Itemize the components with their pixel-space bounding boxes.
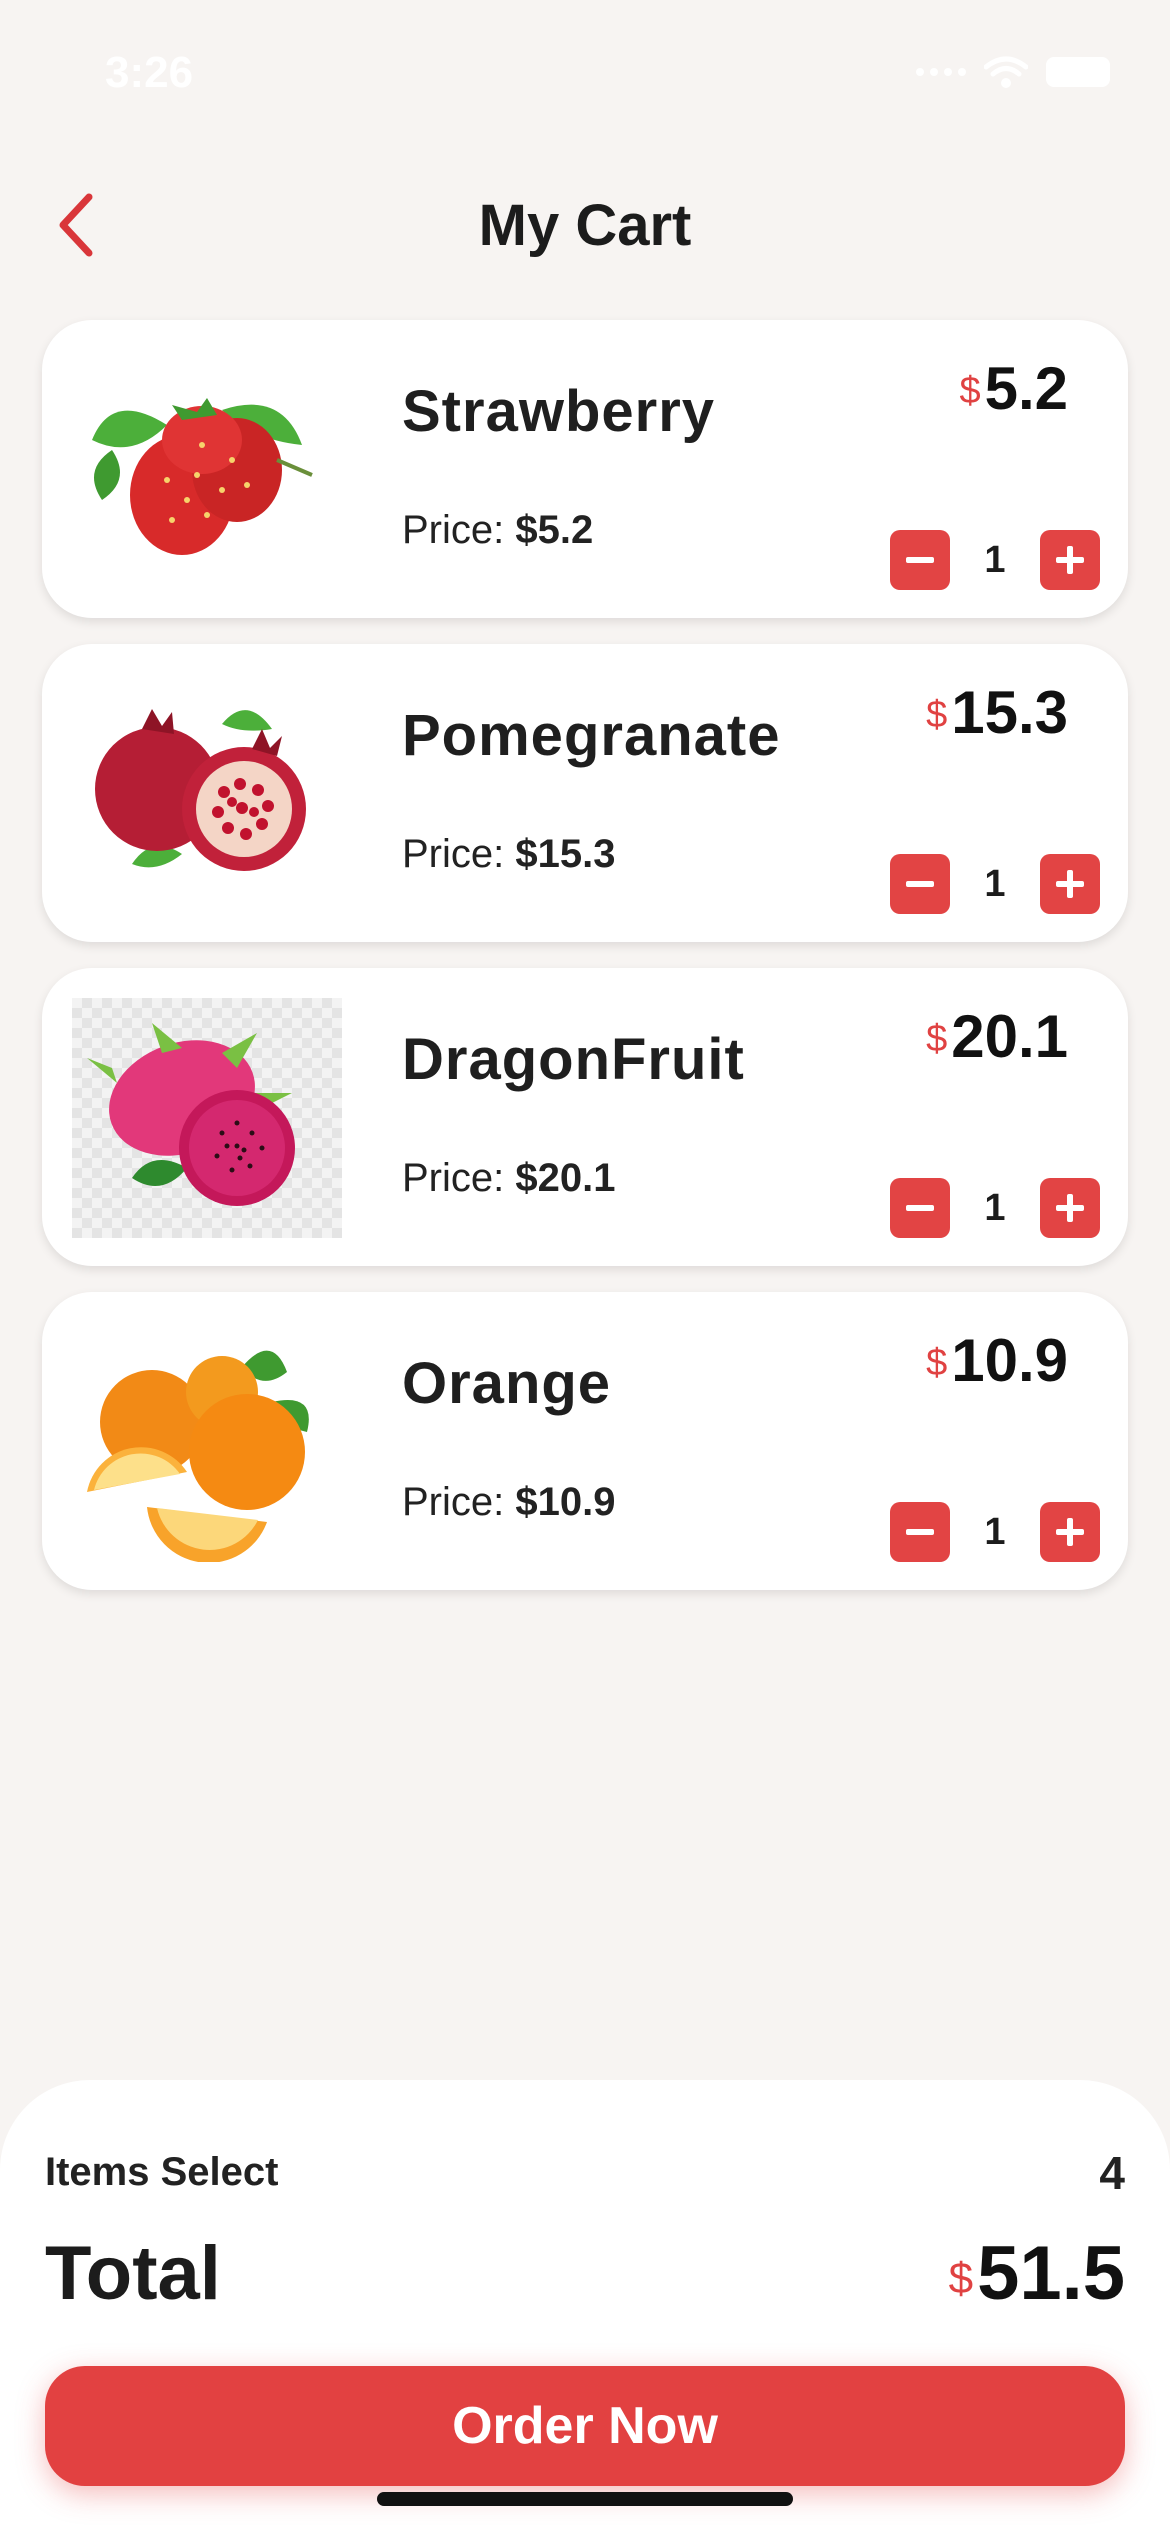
status-icons	[916, 55, 1110, 89]
item-total-value: 15.3	[951, 679, 1068, 746]
item-total-value: 10.9	[951, 1327, 1068, 1394]
currency-symbol: $	[959, 370, 981, 412]
cart-item-pomegranate[interactable]: Pomegranate Price: $15.3 $15.3 1	[42, 644, 1128, 942]
price-label: Price:	[402, 1480, 505, 1524]
item-total: $15.3	[926, 678, 1068, 747]
quantity-value: 1	[984, 1510, 1006, 1553]
price-label: Price:	[402, 832, 505, 876]
currency-symbol: $	[926, 1342, 948, 1384]
order-summary: Items Select 4 Total $51.5 Order Now	[0, 2080, 1170, 2532]
strawberry-image	[72, 350, 342, 590]
plus-icon	[1056, 1518, 1084, 1546]
plus-icon	[1056, 870, 1084, 898]
wifi-icon	[984, 56, 1028, 88]
increase-button[interactable]	[1040, 1178, 1100, 1238]
item-name: Strawberry	[402, 379, 716, 444]
signal-icon	[916, 68, 966, 76]
home-indicator[interactable]	[377, 2492, 793, 2506]
decrease-button[interactable]	[890, 530, 950, 590]
items-select-label: Items Select	[45, 2150, 279, 2194]
item-total: $5.2	[959, 354, 1068, 423]
plus-icon	[1056, 546, 1084, 574]
price-value: $15.3	[515, 832, 616, 876]
quantity-value: 1	[984, 1186, 1006, 1229]
price-value: $20.1	[515, 1156, 616, 1200]
minus-icon	[906, 1205, 934, 1211]
cart-item-dragonfruit[interactable]: DragonFruit Price: $20.1 $20.1 1	[42, 968, 1128, 1266]
items-select-count: 4	[1099, 2147, 1125, 2199]
price-value: $5.2	[515, 508, 594, 552]
item-price: Price: $20.1	[402, 1156, 615, 1201]
price-label: Price:	[402, 1156, 505, 1200]
item-name: Orange	[402, 1351, 612, 1416]
total-label: Total	[45, 2231, 221, 2316]
decrease-button[interactable]	[890, 854, 950, 914]
dragonfruit-image	[72, 998, 342, 1238]
quantity-value: 1	[984, 538, 1006, 581]
decrease-button[interactable]	[890, 1502, 950, 1562]
plus-icon	[1056, 1194, 1084, 1222]
quantity-stepper: 1	[890, 854, 1100, 914]
page-title: My Cart	[478, 193, 692, 258]
minus-icon	[906, 1529, 934, 1535]
quantity-stepper: 1	[890, 1502, 1100, 1562]
price-value: $10.9	[515, 1480, 616, 1524]
quantity-value: 1	[984, 862, 1006, 905]
price-label: Price:	[402, 508, 505, 552]
decrease-button[interactable]	[890, 1178, 950, 1238]
cart-list: Strawberry Price: $5.2 $5.2 1 Pomegranat…	[42, 320, 1128, 1616]
currency-symbol: $	[948, 2254, 974, 2303]
item-name: Pomegranate	[402, 703, 781, 768]
cart-item-strawberry[interactable]: Strawberry Price: $5.2 $5.2 1	[42, 320, 1128, 618]
orange-image	[72, 1322, 342, 1562]
pomegranate-image	[72, 674, 342, 914]
total-amount: $51.5	[949, 2230, 1125, 2317]
increase-button[interactable]	[1040, 1502, 1100, 1562]
item-total: $20.1	[926, 1002, 1068, 1071]
status-bar: 3:26	[0, 0, 1170, 140]
increase-button[interactable]	[1040, 530, 1100, 590]
order-now-button[interactable]: Order Now	[45, 2366, 1125, 2486]
battery-icon	[1046, 57, 1110, 87]
item-total-value: 20.1	[951, 1003, 1068, 1070]
item-total: $10.9	[926, 1326, 1068, 1395]
total-value: 51.5	[977, 2231, 1125, 2316]
status-time: 3:26	[105, 48, 194, 97]
cart-item-orange[interactable]: Orange Price: $10.9 $10.9 1	[42, 1292, 1128, 1590]
item-name: DragonFruit	[402, 1027, 745, 1092]
header: My Cart	[0, 170, 1170, 280]
quantity-stepper: 1	[890, 1178, 1100, 1238]
item-total-value: 5.2	[984, 355, 1068, 422]
quantity-stepper: 1	[890, 530, 1100, 590]
minus-icon	[906, 557, 934, 563]
currency-symbol: $	[926, 1018, 948, 1060]
increase-button[interactable]	[1040, 854, 1100, 914]
item-price: Price: $10.9	[402, 1480, 615, 1525]
currency-symbol: $	[926, 694, 948, 736]
item-price: Price: $15.3	[402, 832, 615, 877]
item-price: Price: $5.2	[402, 508, 593, 553]
minus-icon	[906, 881, 934, 887]
